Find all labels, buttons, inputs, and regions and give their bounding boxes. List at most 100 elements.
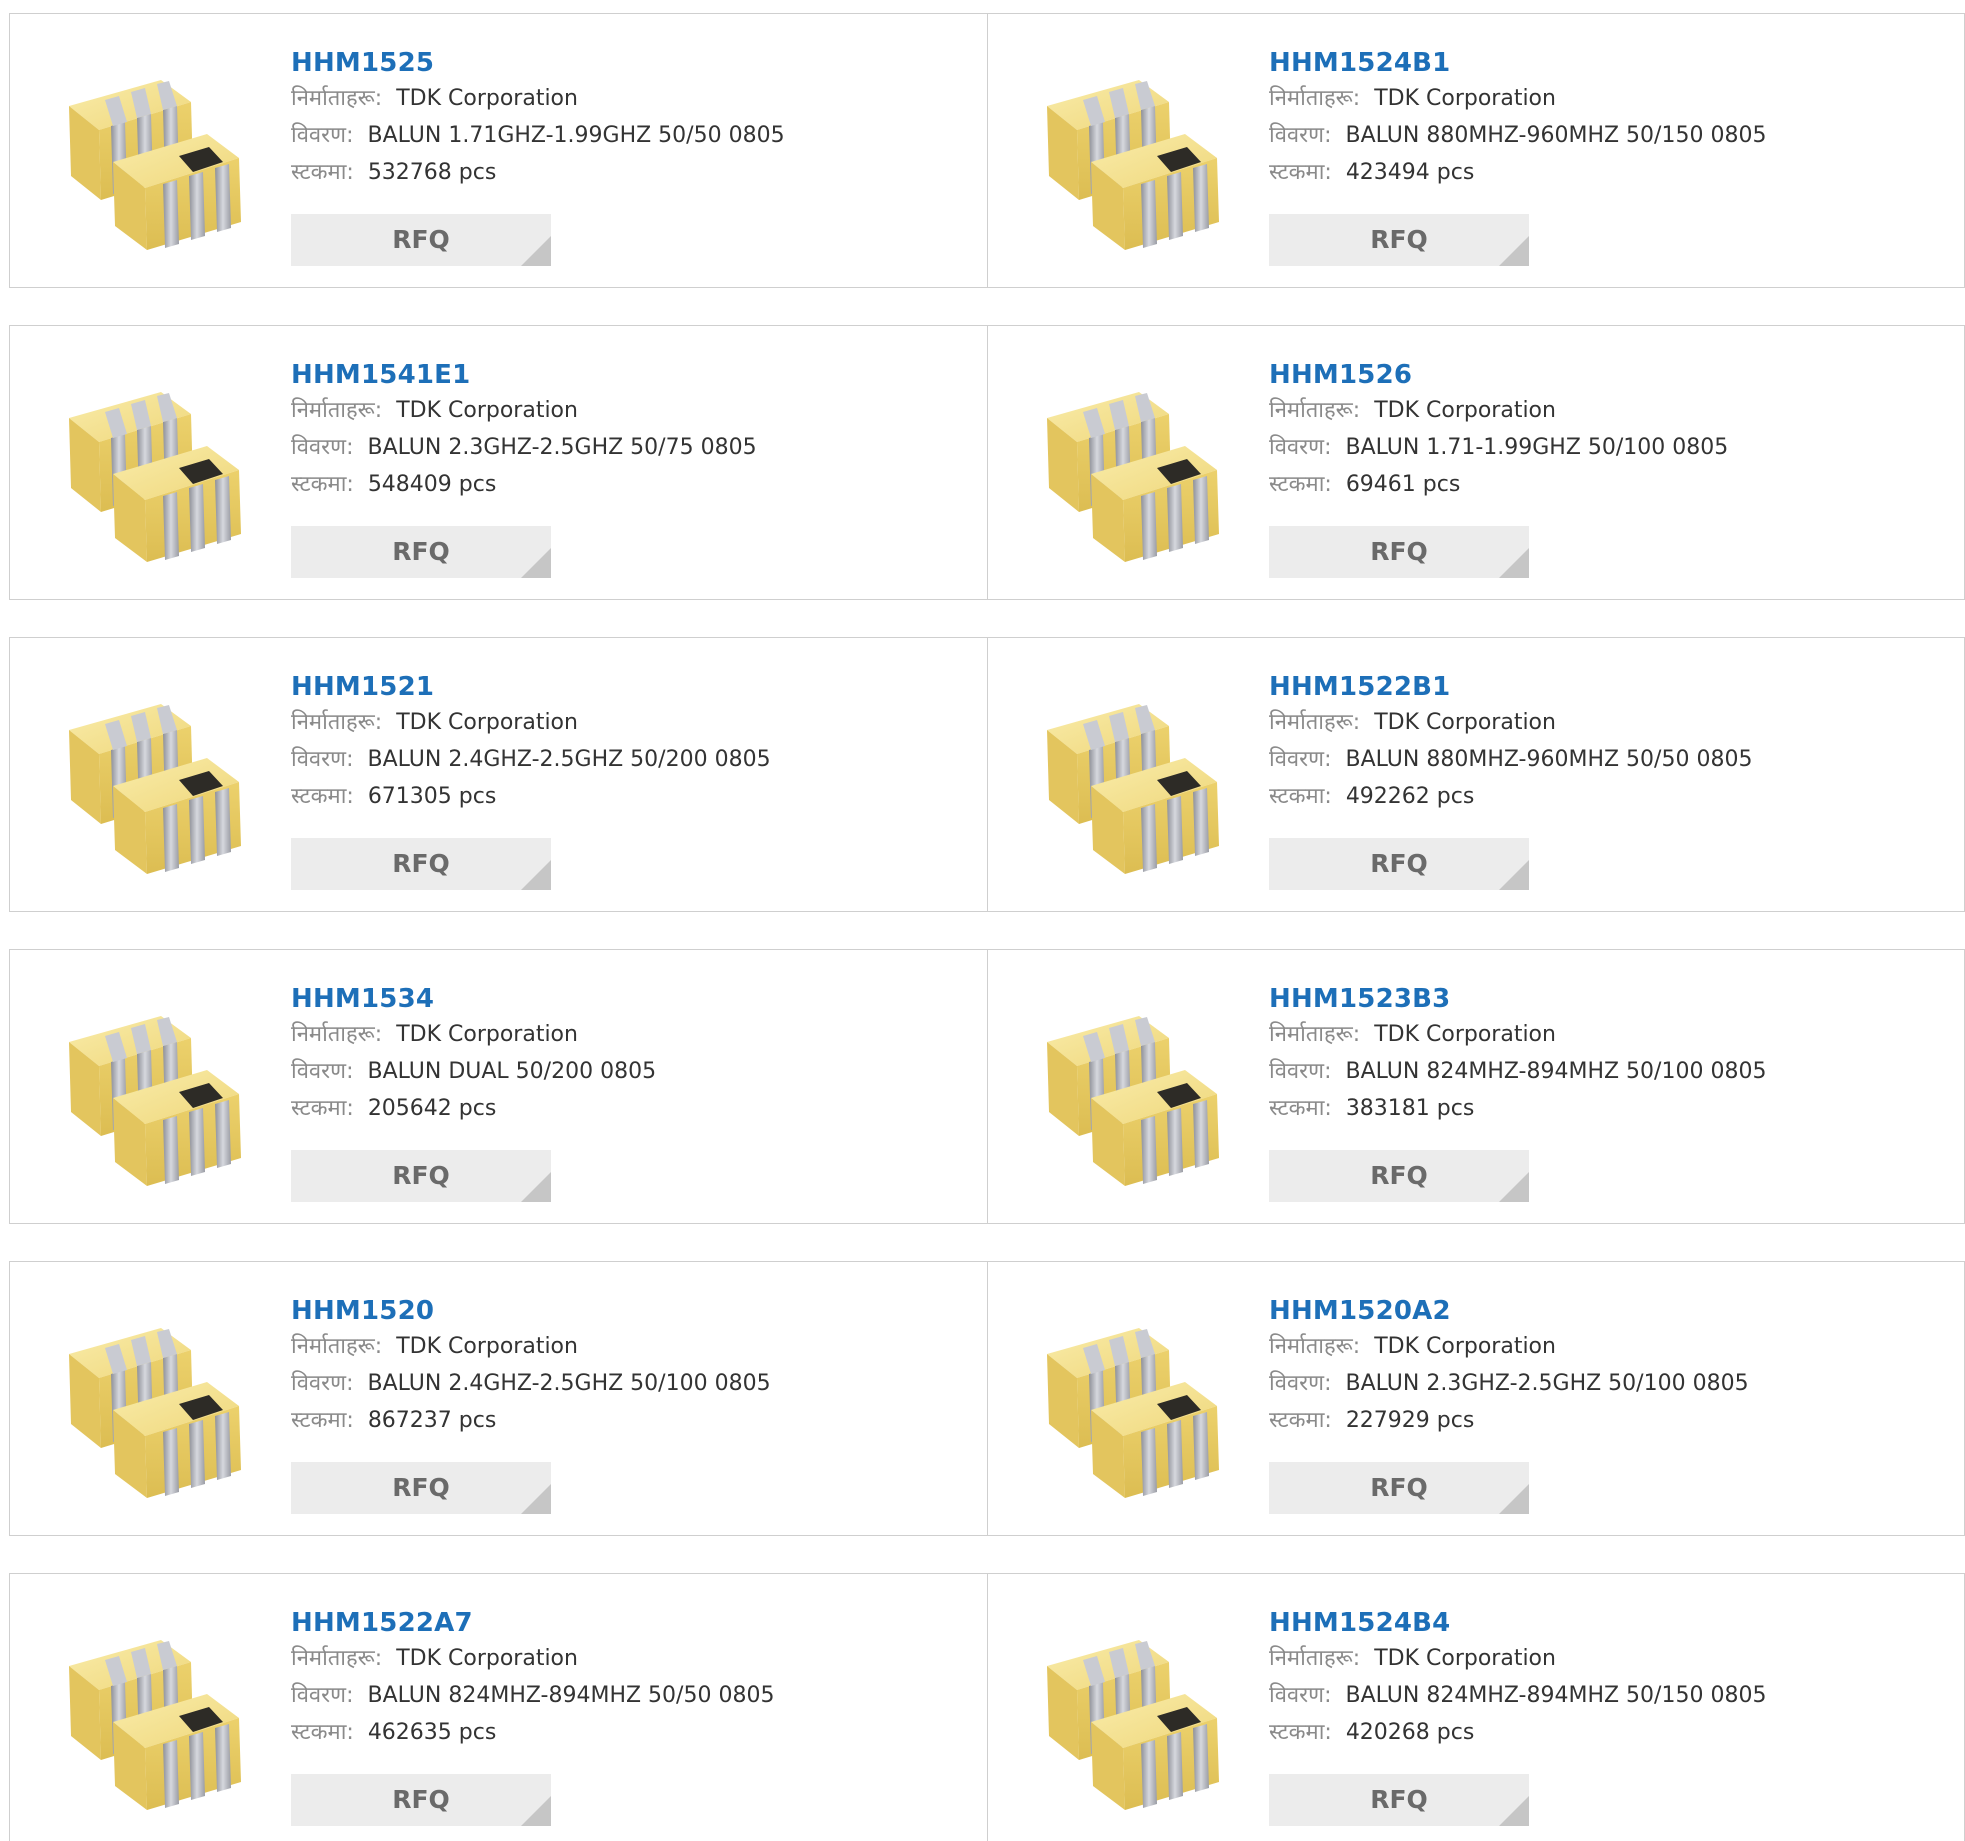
stock-row: स्टकमा: 532768 pcs: [291, 154, 785, 191]
stock-label: स्टकमा:: [1269, 160, 1332, 185]
description-label: विवरण:: [1269, 435, 1332, 460]
stock-row: स्टकमा: 867237 pcs: [291, 1402, 771, 1439]
manufacturer-row: निर्माताहरू: TDK Corporation: [291, 704, 771, 741]
product-thumbnail[interactable]: [1029, 1614, 1234, 1814]
product-thumbnail[interactable]: [1029, 366, 1234, 566]
description-row: विवरण: BALUN 2.4GHZ-2.5GHZ 50/100 0805: [291, 1365, 771, 1402]
rfq-button-label: RFQ: [392, 537, 450, 566]
part-number-link[interactable]: HHM1522A7: [291, 1606, 774, 1640]
product-row: HHM1520 निर्माताहरू: TDK Corporation विवर…: [9, 1261, 1965, 1536]
stock-value: 867237 pcs: [367, 1408, 497, 1433]
rfq-button-label: RFQ: [392, 1785, 450, 1814]
rfq-button[interactable]: RFQ: [1269, 1150, 1529, 1202]
product-thumbnail[interactable]: [51, 990, 256, 1190]
part-number-link[interactable]: HHM1523B3: [1269, 982, 1766, 1016]
stock-value: 69461 pcs: [1345, 472, 1461, 497]
description-value: BALUN 824MHZ-894MHZ 50/100 0805: [1345, 1059, 1767, 1084]
manufacturer-value: TDK Corporation: [396, 1022, 578, 1047]
part-number-link[interactable]: HHM1526: [1269, 358, 1728, 392]
corner-fold-icon: [521, 1172, 551, 1202]
manufacturer-row: निर्माताहरू: TDK Corporation: [291, 392, 757, 429]
corner-fold-icon: [1499, 236, 1529, 266]
part-number-link[interactable]: HHM1522B1: [1269, 670, 1752, 704]
stock-value: 227929 pcs: [1345, 1408, 1475, 1433]
product-info: HHM1526 निर्माताहरू: TDK Corporation विवर…: [1269, 358, 1728, 503]
manufacturer-value: TDK Corporation: [396, 398, 578, 423]
rfq-button[interactable]: RFQ: [291, 1150, 551, 1202]
rfq-button[interactable]: RFQ: [291, 838, 551, 890]
product-row: HHM1541E1 निर्माताहरू: TDK Corporation वि…: [9, 325, 1965, 600]
description-value: BALUN 880MHZ-960MHZ 50/50 0805: [1345, 747, 1753, 772]
product-thumbnail[interactable]: [51, 1614, 256, 1814]
corner-fold-icon: [521, 548, 551, 578]
product-thumbnail[interactable]: [51, 1302, 256, 1502]
product-thumbnail[interactable]: [1029, 678, 1234, 878]
part-number-link[interactable]: HHM1521: [291, 670, 771, 704]
description-label: विवरण:: [291, 435, 354, 460]
manufacturer-row: निर्माताहरू: TDK Corporation: [1269, 704, 1752, 741]
description-label: विवरण:: [291, 123, 354, 148]
description-value: BALUN 824MHZ-894MHZ 50/150 0805: [1345, 1683, 1767, 1708]
part-number-link[interactable]: HHM1520A2: [1269, 1294, 1749, 1328]
product-thumbnail[interactable]: [51, 678, 256, 878]
rfq-button-label: RFQ: [1370, 537, 1428, 566]
rfq-button[interactable]: RFQ: [291, 214, 551, 266]
part-number-link[interactable]: HHM1524B4: [1269, 1606, 1766, 1640]
stock-value: 462635 pcs: [367, 1720, 497, 1745]
description-value: BALUN 2.4GHZ-2.5GHZ 50/100 0805: [367, 1371, 771, 1396]
manufacturer-row: निर्माताहरू: TDK Corporation: [291, 1640, 774, 1677]
description-row: विवरण: BALUN 1.71-1.99GHZ 50/100 0805: [1269, 429, 1728, 466]
description-label: विवरण:: [291, 747, 354, 772]
stock-label: स्टकमा:: [291, 472, 354, 497]
description-value: BALUN 2.3GHZ-2.5GHZ 50/75 0805: [367, 435, 757, 460]
rfq-button[interactable]: RFQ: [1269, 1462, 1529, 1514]
stock-value: 420268 pcs: [1345, 1720, 1475, 1745]
corner-fold-icon: [1499, 548, 1529, 578]
stock-value: 492262 pcs: [1345, 784, 1475, 809]
rfq-button[interactable]: RFQ: [1269, 838, 1529, 890]
part-number-link[interactable]: HHM1520: [291, 1294, 771, 1328]
part-number-link[interactable]: HHM1541E1: [291, 358, 757, 392]
part-number-link[interactable]: HHM1534: [291, 982, 656, 1016]
description-row: विवरण: BALUN 824MHZ-894MHZ 50/50 0805: [291, 1677, 774, 1714]
manufacturer-value: TDK Corporation: [396, 86, 578, 111]
rfq-button[interactable]: RFQ: [291, 526, 551, 578]
manufacturer-label: निर्माताहरू:: [1269, 710, 1361, 735]
stock-row: स्टकमा: 548409 pcs: [291, 466, 757, 503]
rfq-button[interactable]: RFQ: [291, 1462, 551, 1514]
product-thumbnail[interactable]: [51, 54, 256, 254]
product-info: HHM1522A7 निर्माताहरू: TDK Corporation वि…: [291, 1606, 774, 1751]
rfq-button[interactable]: RFQ: [1269, 526, 1529, 578]
product-row: HHM1521 निर्माताहरू: TDK Corporation विवर…: [9, 637, 1965, 912]
product-card: HHM1521 निर्माताहरू: TDK Corporation विवर…: [10, 638, 987, 911]
rfq-button[interactable]: RFQ: [291, 1774, 551, 1826]
manufacturer-row: निर्माताहरू: TDK Corporation: [1269, 1640, 1766, 1677]
stock-label: स्टकमा:: [291, 784, 354, 809]
product-info: HHM1522B1 निर्माताहरू: TDK Corporation वि…: [1269, 670, 1752, 815]
description-label: विवरण:: [1269, 747, 1332, 772]
rfq-button[interactable]: RFQ: [1269, 1774, 1529, 1826]
product-thumbnail[interactable]: [1029, 990, 1234, 1190]
stock-value: 548409 pcs: [367, 472, 497, 497]
product-thumbnail[interactable]: [1029, 54, 1234, 254]
part-number-link[interactable]: HHM1525: [291, 46, 785, 80]
rfq-button-label: RFQ: [392, 1161, 450, 1190]
rfq-button-label: RFQ: [392, 1473, 450, 1502]
manufacturer-label: निर्माताहरू:: [1269, 398, 1361, 423]
rfq-button[interactable]: RFQ: [1269, 214, 1529, 266]
part-number-link[interactable]: HHM1524B1: [1269, 46, 1766, 80]
manufacturer-label: निर्माताहरू:: [1269, 1334, 1361, 1359]
product-thumbnail[interactable]: [51, 366, 256, 566]
product-info: HHM1520A2 निर्माताहरू: TDK Corporation वि…: [1269, 1294, 1749, 1439]
stock-label: स्टकमा:: [1269, 1408, 1332, 1433]
corner-fold-icon: [1499, 1796, 1529, 1826]
manufacturer-row: निर्माताहरू: TDK Corporation: [1269, 1016, 1766, 1053]
rfq-button-label: RFQ: [1370, 225, 1428, 254]
stock-label: स्टकमा:: [1269, 472, 1332, 497]
stock-row: स्टकमा: 671305 pcs: [291, 778, 771, 815]
stock-label: स्टकमा:: [1269, 784, 1332, 809]
product-thumbnail[interactable]: [1029, 1302, 1234, 1502]
manufacturer-value: TDK Corporation: [1374, 1334, 1556, 1359]
corner-fold-icon: [1499, 1172, 1529, 1202]
manufacturer-label: निर्माताहरू:: [1269, 1646, 1361, 1671]
